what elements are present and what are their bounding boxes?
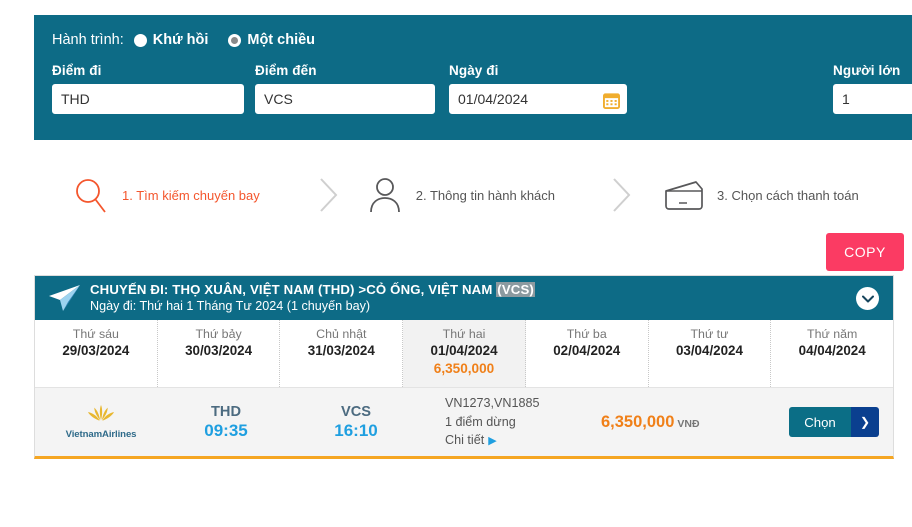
flight-card-toggle[interactable] [856, 287, 879, 310]
flight-price: 6,350,000 [601, 413, 674, 431]
date-cell-date: 04/04/2024 [771, 343, 893, 358]
date-cell-selected[interactable]: Thứ hai 01/04/2024 6,350,000 [403, 320, 526, 387]
adult-count-field: Người lớn [833, 63, 912, 114]
flight-details-block: VN1273,VN1885 1 điểm dừng Chi tiết ▶ [445, 394, 595, 450]
adult-count-label: Người lớn [833, 63, 912, 78]
chevron-right-icon: ❯ [851, 407, 879, 437]
flight-date-subtitle: Ngày đi: Thứ hai 1 Tháng Tư 2024 (1 chuy… [90, 298, 535, 315]
flight-result-row: VietnamAirlines THD 09:35 VCS 16:10 VN12… [35, 388, 893, 456]
step-payment-method-label: 3. Chọn cách thanh toán [717, 188, 859, 203]
origin-label: Điểm đi [52, 63, 244, 78]
flight-numbers: VN1273,VN1885 [445, 394, 595, 413]
person-icon [366, 175, 404, 215]
radio-round-trip-label: Khứ hồi [153, 32, 209, 48]
triangle-right-icon: ▶ [488, 435, 496, 447]
chevron-right-icon [318, 176, 340, 214]
adult-count-input[interactable] [833, 84, 912, 114]
trip-type-label: Hành trình: [52, 32, 124, 48]
destination-label: Điểm đến [255, 63, 435, 78]
trip-type-row: Hành trình: Khứ hồi Một chiều [52, 27, 912, 53]
date-cell-date: 29/03/2024 [35, 343, 157, 358]
date-cell-date: 30/03/2024 [158, 343, 280, 358]
radio-round-trip-dot[interactable] [134, 34, 147, 47]
chevron-down-icon [862, 295, 874, 303]
radio-one-way-label: Một chiều [247, 32, 315, 48]
booking-steps: 1. Tìm kiếm chuyến bay 2. Thông tin hành… [34, 160, 912, 230]
step-passenger-info-label: 2. Thông tin hành khách [416, 188, 555, 203]
airline-block: VietnamAirlines [41, 404, 161, 440]
flight-route-title: CHUYẾN ĐI: THỌ XUÂN, VIỆT NAM (THD) >CỎ … [90, 281, 535, 298]
date-cell-price: 6,350,000 [403, 361, 525, 376]
step-passenger-info[interactable]: 2. Thông tin hành khách [366, 175, 555, 215]
step-payment-method[interactable]: 3. Chọn cách thanh toán [663, 177, 859, 213]
chevron-right-icon [611, 176, 633, 214]
date-cell-dow: Thứ ba [526, 327, 648, 341]
destination-block: VCS 16:10 [291, 404, 421, 441]
radio-one-way[interactable]: Một chiều [228, 32, 315, 48]
card-icon [663, 177, 705, 213]
date-cell-dow: Chủ nhật [280, 327, 402, 341]
depart-date-label: Ngày đi [449, 63, 627, 78]
flight-route-title-text: CHUYẾN ĐI: THỌ XUÂN, VIỆT NAM (THD) >CỎ … [90, 282, 496, 297]
flight-price-block: 6,350,000VNĐ [601, 413, 700, 432]
step-search-flight[interactable]: 1. Tìm kiếm chuyến bay [72, 175, 260, 215]
date-cell-dow: Thứ bảy [158, 327, 280, 341]
airline-name: VietnamAirlines [41, 429, 161, 440]
depart-date-input[interactable] [449, 84, 627, 114]
date-cell-dow: Thứ năm [771, 327, 893, 341]
date-cell-date: 31/03/2024 [280, 343, 402, 358]
destination-time: 16:10 [291, 421, 421, 441]
date-cell[interactable]: Thứ sáu 29/03/2024 [35, 320, 158, 387]
destination-code: VCS [291, 404, 421, 420]
step-separator-2 [611, 176, 633, 214]
step-search-flight-label: 1. Tìm kiếm chuyến bay [122, 188, 260, 203]
date-cell[interactable]: Thứ tư 03/04/2024 [649, 320, 772, 387]
flight-card-header-texts: CHUYẾN ĐI: THỌ XUÂN, VIỆT NAM (THD) >CỎ … [90, 281, 535, 315]
date-cell[interactable]: Chủ nhật 31/03/2024 [280, 320, 403, 387]
origin-input[interactable] [52, 84, 244, 114]
origin-time: 09:35 [161, 421, 291, 441]
search-fields-row: Điểm đi Điểm đến Ngày đi Người lớn [52, 63, 912, 114]
date-cell-date: 01/04/2024 [403, 343, 525, 358]
select-flight-button[interactable]: Chọn ❯ [789, 407, 879, 437]
search-panel: Hành trình: Khứ hồi Một chiều Điểm đi Đi… [34, 15, 912, 140]
flight-details-link[interactable]: Chi tiết ▶ [445, 431, 595, 450]
date-cell[interactable]: Thứ năm 04/04/2024 [771, 320, 893, 387]
flight-route-code-highlight: (VCS) [496, 282, 535, 297]
paper-plane-icon [47, 283, 81, 313]
lotus-icon [83, 404, 119, 423]
flight-currency: VNĐ [677, 418, 699, 430]
date-cell[interactable]: Thứ bảy 30/03/2024 [158, 320, 281, 387]
destination-input[interactable] [255, 84, 435, 114]
radio-one-way-dot[interactable] [228, 34, 241, 47]
date-cell-date: 03/04/2024 [649, 343, 771, 358]
destination-field: Điểm đến [255, 63, 435, 114]
flight-stops: 1 điểm dừng [445, 413, 595, 432]
flight-card: CHUYẾN ĐI: THỌ XUÂN, VIỆT NAM (THD) >CỎ … [34, 275, 894, 459]
date-cell-dow: Thứ tư [649, 327, 771, 341]
date-cell[interactable]: Thứ ba 02/04/2024 [526, 320, 649, 387]
search-icon [72, 175, 110, 215]
flight-card-header: CHUYẾN ĐI: THỌ XUÂN, VIỆT NAM (THD) >CỎ … [35, 276, 893, 320]
depart-date-field: Ngày đi [449, 63, 627, 114]
date-cell-dow: Thứ hai [403, 327, 525, 341]
origin-code: THD [161, 404, 291, 420]
date-cell-dow: Thứ sáu [35, 327, 157, 341]
radio-round-trip[interactable]: Khứ hồi [134, 32, 209, 48]
select-flight-label: Chọn [789, 407, 851, 437]
date-cell-date: 02/04/2024 [526, 343, 648, 358]
origin-block: THD 09:35 [161, 404, 291, 441]
flight-details-link-label: Chi tiết [445, 433, 484, 447]
copy-button[interactable]: COPY [826, 233, 904, 271]
date-strip: Thứ sáu 29/03/2024 Thứ bảy 30/03/2024 Ch… [35, 320, 893, 388]
step-separator-1 [318, 176, 340, 214]
origin-field: Điểm đi [52, 63, 244, 114]
